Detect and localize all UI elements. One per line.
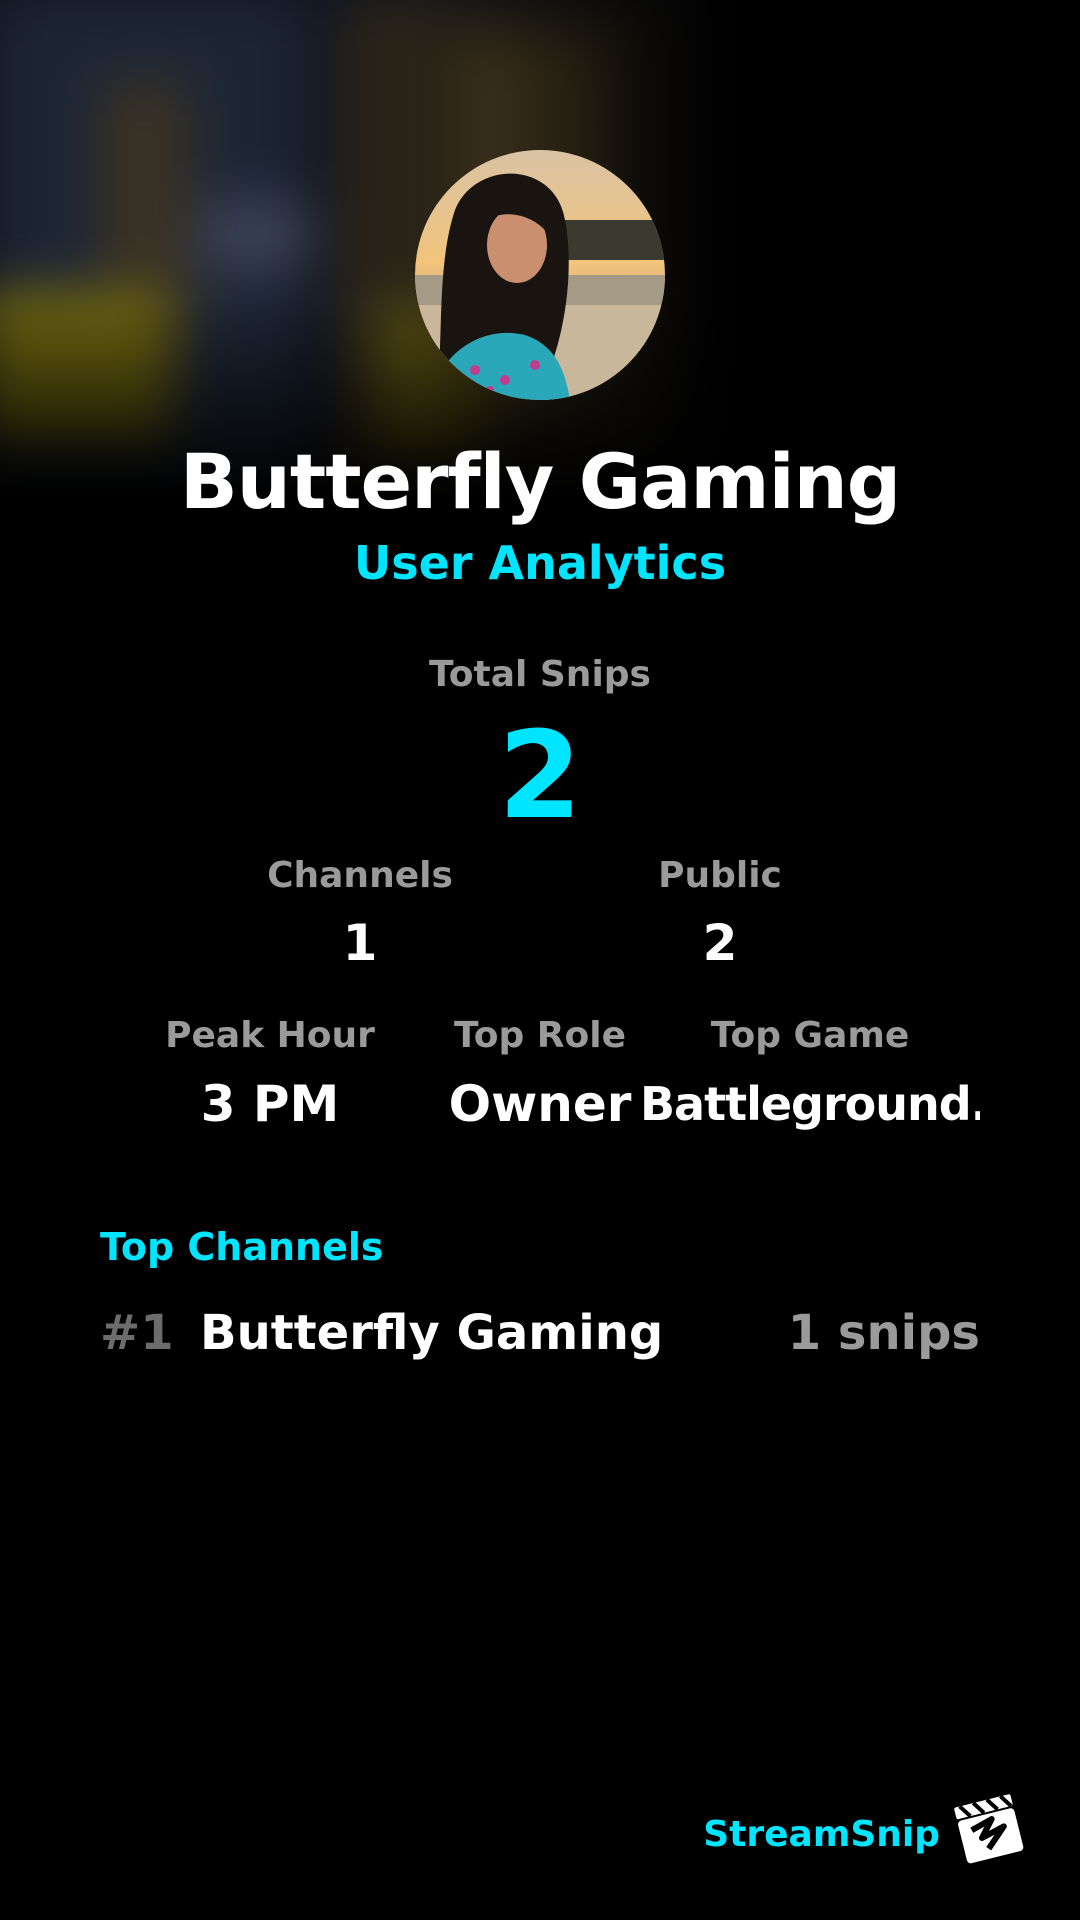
top-role-label: Top Role [453, 1015, 627, 1056]
public-value: 2 [702, 914, 738, 972]
top-role-value: Owner [448, 1075, 632, 1133]
channels-value: 1 [342, 914, 378, 972]
total-snips-value: 2 [498, 712, 582, 842]
top-game-value: Battleground.. [640, 1077, 980, 1131]
channels-label: Channels [267, 855, 453, 896]
channel-snip-count: 1 snips [787, 1305, 980, 1361]
top-channels-title: Top Channels [100, 1225, 384, 1269]
list-item[interactable]: #1 Butterfly Gaming 1 snips [100, 1300, 980, 1370]
avatar [415, 150, 665, 400]
public-label: Public [658, 855, 782, 896]
total-snips-label: Total Snips [429, 654, 651, 695]
page-subtitle: User Analytics [353, 536, 727, 590]
channel-title: Butterfly Gaming [179, 437, 901, 526]
channel-name: Butterfly Gaming [200, 1305, 664, 1361]
clapperboard-icon [950, 1790, 1028, 1868]
brand-name: StreamSnip [703, 1814, 940, 1855]
channel-rank: #1 [100, 1305, 174, 1361]
peak-hour-value: 3 PM [200, 1075, 340, 1133]
peak-hour-label: Peak Hour [165, 1015, 375, 1056]
top-game-label: Top Game [710, 1015, 910, 1056]
